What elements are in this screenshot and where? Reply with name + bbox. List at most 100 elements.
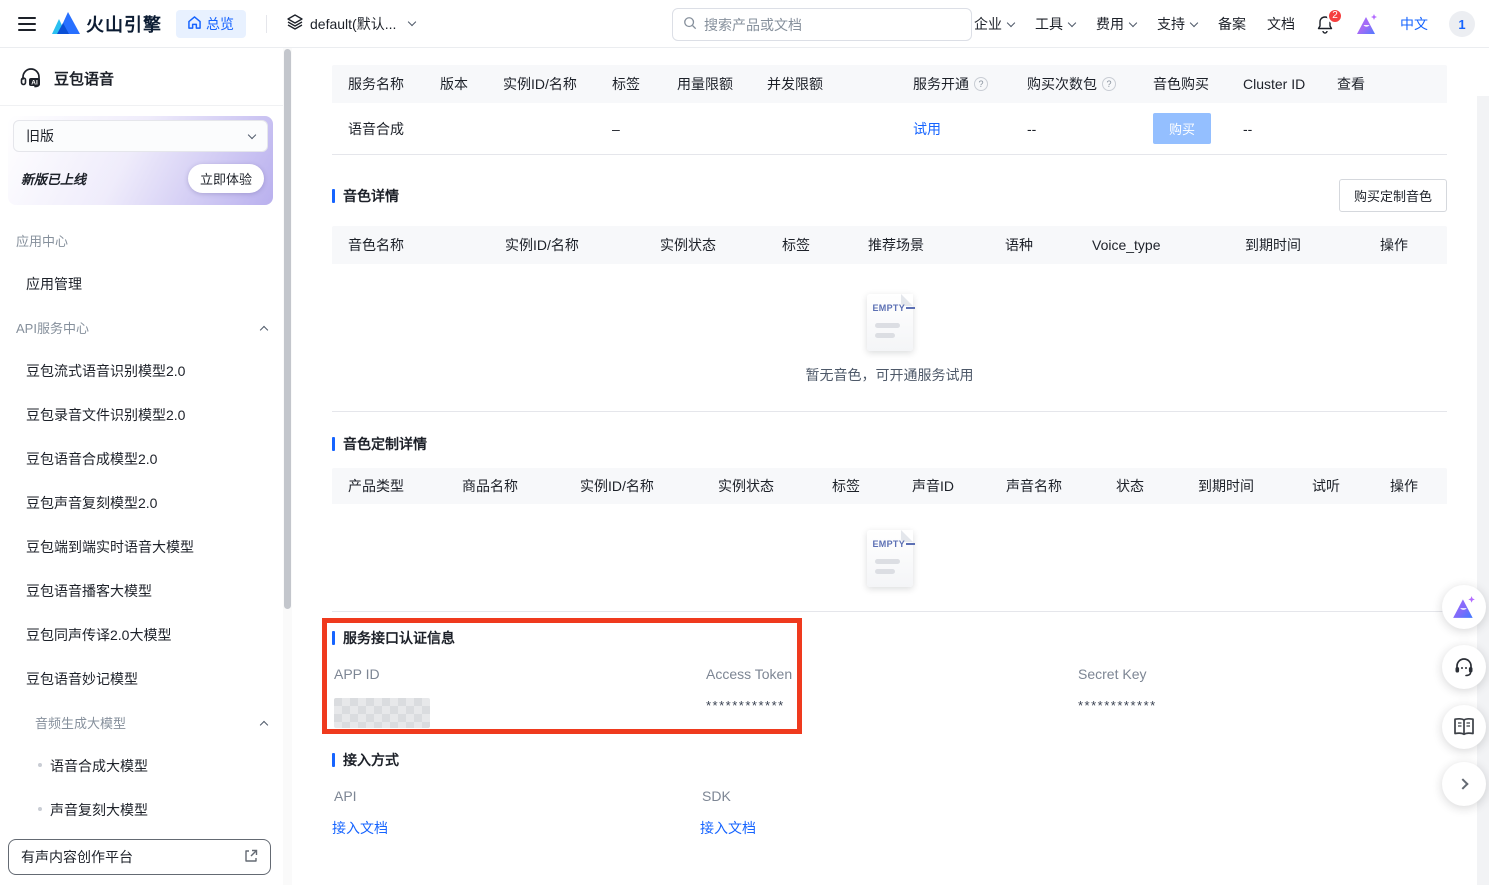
chevron-up-icon (260, 720, 268, 728)
nav-icp[interactable]: 备案 (1218, 14, 1246, 34)
sidebar-item-tts-2[interactable]: 豆包语音合成模型2.0 (0, 437, 283, 481)
page-scrollbar[interactable] (1477, 96, 1489, 885)
app-id-redacted-value (334, 698, 430, 728)
api-doc-link[interactable]: 接入文档 (332, 820, 388, 836)
search-input[interactable] (704, 17, 961, 33)
sidebar-product-header: AI 豆包语音 (0, 48, 283, 106)
sidebar-item-simul-translate[interactable]: 豆包同声传译2.0大模型 (0, 613, 283, 657)
nav-docs[interactable]: 文档 (1267, 14, 1295, 34)
home-icon (188, 16, 201, 32)
col-voice-type: Voice_type (1076, 237, 1229, 253)
overview-button[interactable]: 总览 (176, 10, 246, 38)
col-service-open: 服务开通? (897, 74, 1011, 94)
voice-detail-table-header: 音色名称 实例ID/名称 实例状态 标签 推荐场景 语种 Voice_type … (332, 226, 1447, 264)
sidebar-item-podcast[interactable]: 豆包语音播客大模型 (0, 569, 283, 613)
notification-bell-icon[interactable]: 2 (1316, 15, 1334, 34)
title-accent-bar (332, 189, 335, 203)
chevron-down-icon (408, 18, 416, 26)
title-accent-bar (332, 753, 335, 767)
external-link-icon (244, 849, 258, 866)
svg-text:AI: AI (31, 79, 38, 86)
col-voice-id: 声音ID (896, 476, 990, 496)
col-product-type: 产品类型 (332, 476, 446, 496)
app-id-label: APP ID (332, 666, 704, 682)
sidebar-item-stream-asr-2[interactable]: 豆包流式语音识别模型2.0 (0, 349, 283, 393)
layers-icon (287, 14, 303, 33)
sidebar-item-voice-clone-2[interactable]: 豆包声音复刻模型2.0 (0, 481, 283, 525)
brand-logo[interactable]: 火山引擎 (50, 10, 162, 37)
sidebar-scrollbar[interactable] (283, 48, 292, 885)
service-table-row: 语音合成 – 试用 -- 购买 -- (332, 103, 1447, 155)
cell-tag: – (596, 121, 661, 137)
main-content: 服务名称 版本 实例ID/名称 标签 用量限额 并发限额 服务开通? 购买次数包… (292, 48, 1489, 885)
hamburger-menu-icon[interactable] (18, 17, 36, 31)
sidebar-group-audio-gen[interactable]: 音频生成大模型 (0, 701, 283, 744)
language-switch[interactable]: 中文 (1400, 14, 1428, 34)
nav-billing[interactable]: 费用 (1096, 14, 1136, 34)
brand-name: 火山引擎 (86, 11, 162, 37)
col-voice-name: 音色名称 (332, 235, 489, 255)
access-token-masked-value: ************ (704, 698, 1076, 713)
voice-detail-empty-state: EMPTY 暂无音色，可开通服务试用 (332, 264, 1447, 412)
sidebar-group-app-center: 应用中心 (0, 219, 283, 262)
sidebar-item-file-asr-2[interactable]: 豆包录音文件识别模型2.0 (0, 393, 283, 437)
project-selector-label: default(默认... (310, 14, 396, 34)
documentation-fab[interactable] (1442, 705, 1486, 749)
empty-state-text: 暂无音色，可开通服务试用 (332, 365, 1447, 385)
buy-button[interactable]: 购买 (1153, 113, 1211, 144)
sdk-label: SDK (700, 788, 1447, 804)
sidebar-subitem-clone-large[interactable]: 声音复刻大模型 (0, 788, 283, 832)
sidebar-group-api-center[interactable]: API服务中心 (0, 306, 283, 349)
col-concurrency-quota: 并发限额 (751, 74, 897, 94)
col-product-name: 商品名称 (446, 476, 564, 496)
auth-info-title: 服务接口认证信息 (332, 628, 1447, 648)
col-voice-name: 声音名称 (990, 476, 1100, 496)
sidebar-menu: 应用中心 应用管理 API服务中心 豆包流式语音识别模型2.0 豆包录音文件识别… (0, 211, 283, 885)
version-dropdown[interactable]: 旧版 (13, 120, 268, 152)
project-selector[interactable]: default(默认... (287, 14, 415, 34)
sdk-doc-link[interactable]: 接入文档 (700, 820, 756, 836)
col-expire-time: 到期时间 (1229, 235, 1364, 255)
ai-assistant-fab[interactable] (1442, 585, 1486, 629)
audio-creation-platform-link[interactable]: 有声内容创作平台 (8, 839, 271, 875)
chevron-right-icon (1457, 778, 1468, 789)
sidebar-subitem-tts-large[interactable]: 语音合成大模型 (0, 744, 283, 788)
new-version-text: 新版已上线 (21, 169, 86, 188)
voice-detail-title: 音色详情 (332, 186, 399, 206)
bullet-dot (38, 763, 42, 767)
sidebar-subitem-stream-asr-large[interactable]: 流式语音识别大模型 (0, 875, 283, 885)
sidebar: AI 豆包语音 旧版 新版已上线 立即体验 应用中心 应用管理 API服务中心 … (0, 48, 283, 885)
col-tag: 标签 (596, 74, 661, 94)
buy-custom-voice-button[interactable]: 购买定制音色 (1339, 179, 1447, 212)
help-icon[interactable]: ? (974, 77, 988, 91)
voice-custom-detail-title: 音色定制详情 (332, 434, 427, 454)
col-usage-quota: 用量限额 (661, 74, 751, 94)
user-avatar[interactable]: 1 (1449, 11, 1475, 37)
nav-enterprise[interactable]: 企业 (974, 14, 1014, 34)
col-instance-id: 实例ID/名称 (564, 476, 702, 496)
trial-link[interactable]: 试用 (913, 121, 941, 137)
sidebar-scrollbar-thumb[interactable] (284, 49, 291, 609)
global-search[interactable] (672, 8, 972, 41)
sidebar-item-app-management[interactable]: 应用管理 (0, 262, 283, 306)
col-tag: 标签 (816, 476, 896, 496)
sidebar-item-miaoji[interactable]: 豆包语音妙记模型 (0, 657, 283, 701)
col-actions: 操作 (1364, 235, 1447, 255)
customer-service-fab[interactable] (1442, 645, 1486, 689)
col-expire-time: 到期时间 (1182, 476, 1296, 496)
help-icon[interactable]: ? (1102, 77, 1116, 91)
service-table: 服务名称 版本 实例ID/名称 标签 用量限额 并发限额 服务开通? 购买次数包… (332, 65, 1447, 155)
ai-assistant-icon[interactable] (1355, 13, 1379, 35)
notification-badge: 2 (1327, 8, 1343, 24)
col-instance-status: 实例状态 (702, 476, 816, 496)
sidebar-item-e2e-realtime[interactable]: 豆包端到端实时语音大模型 (0, 525, 283, 569)
nav-support[interactable]: 支持 (1157, 14, 1197, 34)
col-language: 语种 (989, 235, 1076, 255)
api-label: API (332, 788, 700, 804)
try-now-button[interactable]: 立即体验 (188, 164, 264, 193)
access-method-section: 接入方式 API 接入文档 SDK 接入文档 (332, 750, 1447, 838)
collapse-panel-fab[interactable] (1442, 762, 1486, 806)
version-panel: 旧版 新版已上线 立即体验 (8, 116, 273, 205)
access-token-label: Access Token (704, 666, 1076, 682)
nav-tools[interactable]: 工具 (1035, 14, 1075, 34)
